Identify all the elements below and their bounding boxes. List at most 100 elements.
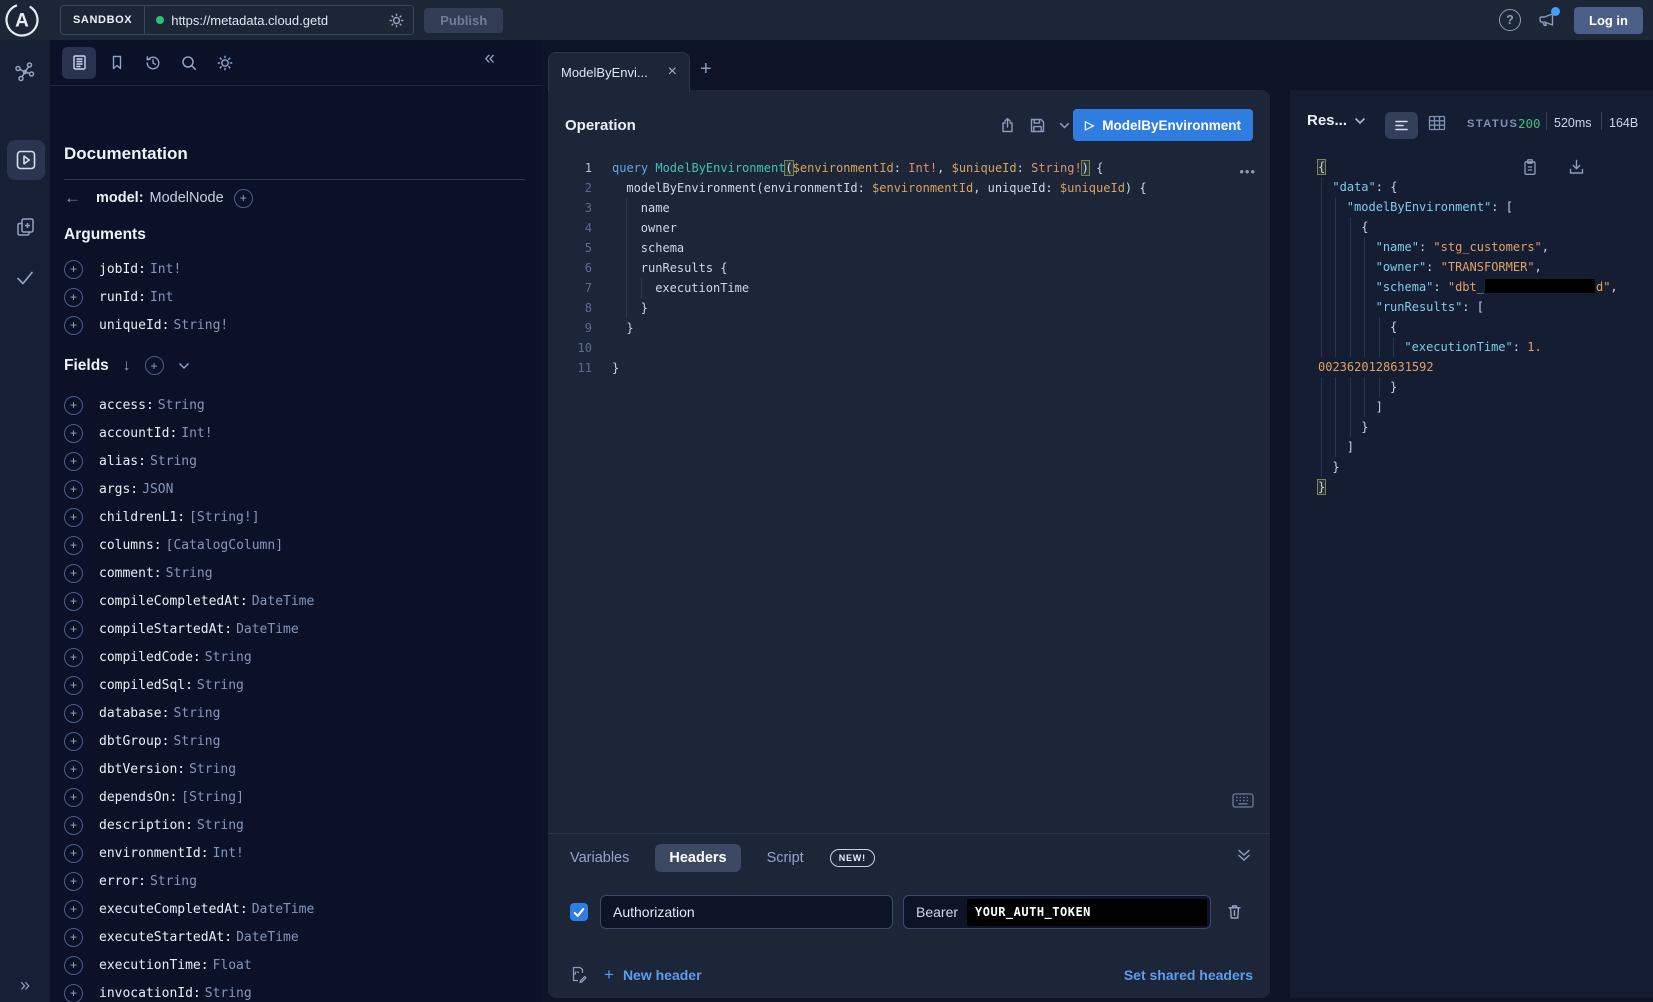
field-row[interactable]: +access: String xyxy=(64,391,205,419)
add-to-operation-icon[interactable]: + xyxy=(64,788,83,807)
add-all-fields-icon[interactable]: + xyxy=(145,356,164,375)
add-to-operation-icon[interactable]: + xyxy=(64,452,83,471)
field-row[interactable]: +compileCompletedAt: DateTime xyxy=(64,587,314,615)
header-enabled-checkbox[interactable] xyxy=(570,903,588,921)
response-json[interactable]: {"data": {"modelByEnvironment": [{"name"… xyxy=(1290,157,1653,497)
field-row[interactable]: +dependsOn: [String] xyxy=(64,783,244,811)
field-row[interactable]: +description: String xyxy=(64,811,244,839)
add-to-operation-icon[interactable]: + xyxy=(64,956,83,975)
response-chevron-down-icon[interactable] xyxy=(1354,117,1366,125)
run-operation-button[interactable]: ▷ ModelByEnvironment xyxy=(1073,109,1253,141)
field-row[interactable]: +childrenL1: [String!] xyxy=(64,503,260,531)
field-type[interactable]: String xyxy=(205,986,252,1001)
field-type[interactable]: String xyxy=(150,454,197,469)
history-icon[interactable] xyxy=(136,47,170,79)
field-type[interactable]: String xyxy=(197,678,244,693)
close-tab-icon[interactable]: × xyxy=(668,63,677,81)
field-type[interactable]: DateTime xyxy=(236,930,299,945)
field-row[interactable]: +executeStartedAt: DateTime xyxy=(64,923,299,951)
add-to-operation-icon[interactable]: + xyxy=(64,984,83,1002)
keyboard-shortcuts-icon[interactable] xyxy=(1232,793,1254,808)
bottom-tab-variables[interactable]: Variables xyxy=(570,850,629,866)
publish-button[interactable]: Publish xyxy=(424,8,503,33)
graph-icon[interactable] xyxy=(0,50,50,94)
field-type[interactable]: DateTime xyxy=(236,622,299,637)
field-type[interactable]: String xyxy=(205,650,252,665)
add-to-operation-icon[interactable]: + xyxy=(64,704,83,723)
documentation-tab-icon[interactable] xyxy=(62,47,96,79)
expand-rail-icon[interactable]: » xyxy=(0,975,50,996)
bottom-tab-script[interactable]: Script xyxy=(767,850,804,866)
operation-tab[interactable]: ModelByEnvi... × xyxy=(548,52,690,91)
add-to-operation-icon[interactable]: + xyxy=(64,620,83,639)
delete-header-trash-icon[interactable] xyxy=(1226,903,1243,921)
header-presets-icon[interactable] xyxy=(570,966,588,984)
add-to-operation-icon[interactable]: + xyxy=(64,900,83,919)
field-type[interactable]: Float xyxy=(213,958,252,973)
field-type[interactable]: [String] xyxy=(181,790,244,805)
collapse-panel-icon[interactable]: « xyxy=(484,48,495,70)
field-type[interactable]: Int! xyxy=(181,426,212,441)
field-row[interactable]: +executeCompletedAt: DateTime xyxy=(64,895,314,923)
back-arrow-icon[interactable]: ← xyxy=(64,188,86,208)
add-to-operation-icon[interactable]: + xyxy=(64,424,83,443)
add-to-operation-icon[interactable]: + xyxy=(64,816,83,835)
field-row[interactable]: +database: String xyxy=(64,699,220,727)
field-row[interactable]: +compiledSql: String xyxy=(64,671,244,699)
argument-row[interactable]: +jobId: Int! xyxy=(64,255,181,283)
field-row[interactable]: +dbtGroup: String xyxy=(64,727,220,755)
header-value-input[interactable]: Bearer YOUR_AUTH_TOKEN xyxy=(903,895,1211,929)
checks-icon[interactable] xyxy=(0,256,50,300)
add-to-operation-icon[interactable]: + xyxy=(64,732,83,751)
field-row[interactable]: +executionTime: Float xyxy=(64,951,252,979)
field-type[interactable]: String xyxy=(158,398,205,413)
header-key-input[interactable]: Authorization xyxy=(600,895,893,929)
save-operation-icon[interactable] xyxy=(1029,117,1046,134)
add-to-operation-icon[interactable]: + xyxy=(64,648,83,667)
apollo-logo-icon[interactable]: A xyxy=(4,2,40,38)
argument-type[interactable]: Int! xyxy=(150,262,181,277)
announcements-megaphone-icon[interactable] xyxy=(1538,11,1557,29)
new-header-button[interactable]: + New header xyxy=(604,965,702,985)
search-icon[interactable] xyxy=(172,47,206,79)
field-type[interactable]: DateTime xyxy=(252,594,315,609)
sort-fields-icon[interactable]: ↓ xyxy=(123,357,131,375)
bookmark-icon[interactable] xyxy=(100,47,134,79)
field-type[interactable]: String xyxy=(197,818,244,833)
argument-row[interactable]: +runId: Int xyxy=(64,283,173,311)
add-to-operation-icon[interactable]: + xyxy=(64,928,83,947)
field-type[interactable]: String xyxy=(189,762,236,777)
login-button[interactable]: Log in xyxy=(1574,7,1643,34)
argument-type[interactable]: String! xyxy=(173,318,228,333)
raw-view-icon[interactable] xyxy=(1385,112,1418,139)
field-row[interactable]: +comment: String xyxy=(64,559,213,587)
add-to-operation-icon[interactable]: + xyxy=(64,760,83,779)
bottom-tab-headers[interactable]: Headers xyxy=(655,844,740,872)
field-row[interactable]: +compiledCode: String xyxy=(64,643,252,671)
operation-collections-icon[interactable] xyxy=(0,204,50,248)
field-row[interactable]: +environmentId: Int! xyxy=(64,839,244,867)
help-icon[interactable]: ? xyxy=(1499,9,1521,31)
explorer-play-icon[interactable] xyxy=(7,140,45,180)
field-type[interactable]: [String!] xyxy=(189,510,259,525)
field-type[interactable]: String xyxy=(173,706,220,721)
graphql-editor[interactable]: 1query ModelByEnvironment($environmentId… xyxy=(548,158,1270,398)
field-row[interactable]: +compileStartedAt: DateTime xyxy=(64,615,299,643)
add-to-operation-icon[interactable]: + xyxy=(64,564,83,583)
field-type[interactable]: JSON xyxy=(142,482,173,497)
field-type[interactable]: Int! xyxy=(213,846,244,861)
add-field-icon[interactable]: + xyxy=(234,189,253,208)
argument-type[interactable]: Int xyxy=(150,290,173,305)
field-type[interactable]: String xyxy=(150,874,197,889)
add-to-operation-icon[interactable]: + xyxy=(64,844,83,863)
share-operation-icon[interactable] xyxy=(999,117,1016,134)
add-to-operation-icon[interactable]: + xyxy=(64,536,83,555)
field-row[interactable]: +dbtVersion: String xyxy=(64,755,236,783)
field-row[interactable]: +invocationId: String xyxy=(64,979,252,1002)
field-row[interactable]: +args: JSON xyxy=(64,475,173,503)
new-tab-icon[interactable]: + xyxy=(700,58,712,81)
field-row[interactable]: +columns: [CatalogColumn] xyxy=(64,531,283,559)
endpoint-settings-gear-icon[interactable] xyxy=(386,6,413,34)
field-type[interactable]: [CatalogColumn] xyxy=(166,538,283,553)
breadcrumb-type[interactable]: ModelNode xyxy=(150,190,224,206)
